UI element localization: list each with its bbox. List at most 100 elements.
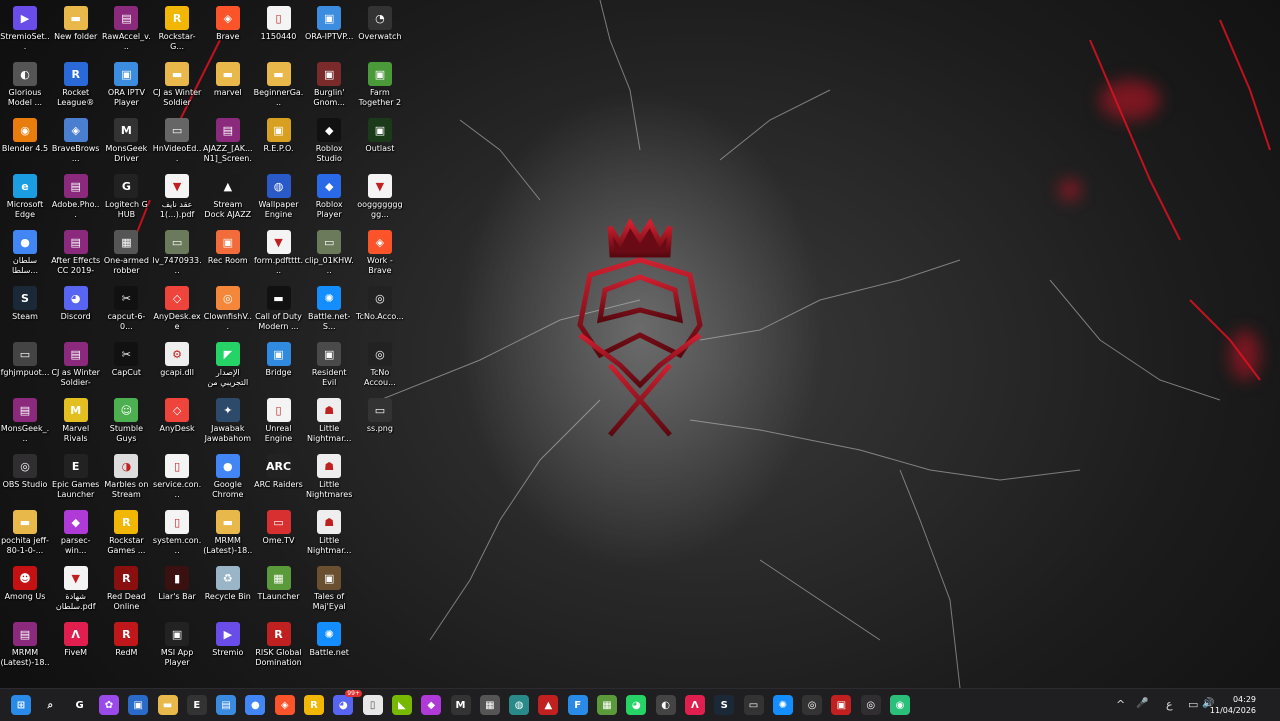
image-viewer-icon[interactable]: ▦: [479, 695, 500, 715]
microphone-icon[interactable]: 🎤: [1136, 698, 1148, 709]
desktop-shortcut[interactable]: ◆ Roblox Studio: [304, 114, 354, 170]
desktop-shortcut[interactable]: ✂ capcut-6-0...: [101, 282, 151, 338]
whatsapp-icon[interactable]: ◕: [626, 695, 647, 715]
desktop-shortcut[interactable]: ▯ 1150440: [254, 2, 304, 58]
copilot-icon[interactable]: G: [69, 695, 90, 715]
desktop-shortcut[interactable]: ▮ Liar's Bar: [152, 562, 202, 618]
tcno-icon[interactable]: ◎: [802, 695, 823, 715]
desktop-shortcut[interactable]: ▤ AJAZZ_[AK... N1]_Screen...: [203, 114, 253, 170]
desktop-shortcut[interactable]: ● Google Chrome: [203, 450, 253, 506]
desktop-shortcut[interactable]: ● سلطان سلطا...: [0, 226, 50, 282]
desktop-shortcut[interactable]: ▣ Resident Evil Requiem: [304, 338, 354, 394]
desktop-shortcut[interactable]: ◐ Glorious Model ...: [0, 58, 50, 114]
desktop-shortcut[interactable]: ⚙ gcapi.dll: [152, 338, 202, 394]
start-icon[interactable]: ⊞: [11, 695, 31, 715]
desktop-shortcut[interactable]: R RISK Global Domination: [254, 618, 304, 674]
desktop-shortcut[interactable]: ☺ Stumble Guys: [101, 394, 151, 450]
desktop-shortcut[interactable]: R RedM: [101, 618, 151, 674]
desktop-shortcut[interactable]: ▤ MRMM (Latest)-18...: [0, 618, 50, 674]
ai-app-icon[interactable]: ✿: [98, 695, 119, 715]
mouse-icon[interactable]: ◐: [655, 695, 676, 715]
desktop-shortcut[interactable]: ◎ OBS Studio: [0, 450, 50, 506]
desktop-shortcut[interactable]: ◎ TcNo.Acco...: [355, 282, 405, 338]
desktop-shortcut[interactable]: S Steam: [0, 282, 50, 338]
desktop-shortcut[interactable]: ▭ HnVideoEd...: [152, 114, 202, 170]
desktop-shortcut[interactable]: ▤ RawAccel_v...: [101, 2, 151, 58]
desktop-shortcut[interactable]: ☗ Little Nightmar...: [304, 394, 354, 450]
desktop-shortcut[interactable]: ◤ الإصدار التجريبي من ...: [203, 338, 253, 394]
desktop-shortcut[interactable]: ▬ pochita jeff-80-1-0-...: [0, 506, 50, 562]
rockstar-icon[interactable]: R: [304, 695, 324, 715]
capture-icon[interactable]: ▭: [743, 695, 764, 715]
desktop-shortcut[interactable]: R Rockstar Games ...: [101, 506, 151, 562]
desktop-shortcut[interactable]: ▭ lv_7470933...: [152, 226, 202, 282]
desktop-shortcut[interactable]: ▼ شهادة سلطان.pdf: [51, 562, 101, 618]
desktop-shortcut[interactable]: ✂ CapCut: [101, 338, 151, 394]
desktop-shortcut[interactable]: ▣ ORA-IPTVP...: [304, 2, 354, 58]
desktop-shortcut[interactable]: ◈ Work - Brave: [355, 226, 405, 282]
desktop-shortcut[interactable]: ▦ TLauncher: [254, 562, 304, 618]
chrome-icon[interactable]: ●: [245, 695, 266, 715]
f-app-icon[interactable]: F: [567, 695, 588, 715]
desktop-shortcut[interactable]: ▦ One-armed robber: [101, 226, 151, 282]
desktop-shortcut[interactable]: ▬ Call of Duty Modern ...: [254, 282, 304, 338]
desktop-shortcut[interactable]: ◈ BraveBrows...: [51, 114, 101, 170]
desktop-shortcut[interactable]: ✦ Jawabak Jawabahom: [203, 394, 253, 450]
desktop-shortcut[interactable]: ▬ BeginnerGa...: [254, 58, 304, 114]
desktop-shortcut[interactable]: ✺ Battle.net-S...: [304, 282, 354, 338]
desktop-shortcut[interactable]: ◕ Discord: [51, 282, 101, 338]
search-icon[interactable]: ⌕: [40, 695, 61, 715]
desktop-shortcut[interactable]: e Microsoft Edge: [0, 170, 50, 226]
desktop-shortcut[interactable]: G Logitech G HUB: [101, 170, 151, 226]
desktop-shortcut[interactable]: ♻ Recycle Bin: [203, 562, 253, 618]
desktop-shortcut[interactable]: ▣ Rec Room: [203, 226, 253, 282]
desktop-shortcut[interactable]: ▲ Stream Dock AJAZZ: [203, 170, 253, 226]
nvidia-icon[interactable]: ◣: [391, 695, 412, 715]
fivem-icon[interactable]: Λ: [684, 695, 705, 715]
clock-time[interactable]: 04:29: [1196, 695, 1256, 704]
desktop-shortcut[interactable]: ▭ Ome.TV: [254, 506, 304, 562]
msi-player-icon[interactable]: ▣: [831, 695, 852, 715]
desktop-shortcut[interactable]: ◑ Marbles on Stream: [101, 450, 151, 506]
desktop-shortcut[interactable]: ▣ MSI App Player: [152, 618, 202, 674]
parsec-icon[interactable]: ◆: [421, 695, 442, 715]
desktop-shortcut[interactable]: ☗ Little Nightmares: [304, 450, 354, 506]
desktop-shortcut[interactable]: R Red Dead Online: [101, 562, 151, 618]
desktop-shortcut[interactable]: ◎ TcNo Accou...: [355, 338, 405, 394]
desktop-shortcut[interactable]: ▭ clip_01KHW...: [304, 226, 354, 282]
desktop-shortcut[interactable]: ▬ CJ as Winter Soldier: [152, 58, 202, 114]
desktop-shortcut[interactable]: ✺ Battle.net: [304, 618, 354, 674]
file-icon[interactable]: ▯: [362, 695, 383, 715]
file-explorer-icon[interactable]: ▬: [157, 695, 178, 715]
desktop-shortcut[interactable]: ▬ marvel: [203, 58, 253, 114]
desktop-shortcut[interactable]: ◍ Wallpaper Engine: [254, 170, 304, 226]
monsgeek-icon[interactable]: M: [450, 695, 471, 715]
desktop-shortcut[interactable]: ◔ Overwatch: [355, 2, 405, 58]
desktop-shortcut[interactable]: E Epic Games Launcher: [51, 450, 101, 506]
desktop-shortcut[interactable]: ▼ ooggggggggg...: [355, 170, 405, 226]
tray-overflow-chevron[interactable]: ^: [1116, 698, 1125, 711]
desktop-shortcut[interactable]: ▭ fghjmpuot...: [0, 338, 50, 394]
desktop-shortcut[interactable]: ▣ R.E.P.O.: [254, 114, 304, 170]
steam-icon[interactable]: S: [714, 695, 735, 715]
desktop-shortcut[interactable]: ▣ Outlast: [355, 114, 405, 170]
desktop-shortcut[interactable]: ▣ Bridge: [254, 338, 304, 394]
minecraft-icon[interactable]: ▦: [597, 695, 617, 715]
desktop-shortcut[interactable]: ▤ CJ as Winter Soldier-63-...: [51, 338, 101, 394]
input-language-indicator[interactable]: ع: [1166, 698, 1173, 711]
desktop-shortcut[interactable]: ▼ عقد نايف 1(...).pdf: [152, 170, 202, 226]
spotify-like-icon[interactable]: ◉: [890, 695, 910, 715]
desktop-shortcut[interactable]: ☻ Among Us: [0, 562, 50, 618]
desktop-shortcut[interactable]: ▣ Farm Together 2: [355, 58, 405, 114]
desktop-shortcut[interactable]: ◎ ClownfishV...: [203, 282, 253, 338]
desktop-shortcut[interactable]: ◈ Brave: [203, 2, 253, 58]
desktop-shortcut[interactable]: ▣ Tales of Maj'Eyal: [304, 562, 354, 618]
desktop-shortcut[interactable]: ▭ ss.png: [355, 394, 405, 450]
desktop-shortcut[interactable]: ◆ parsec-win...: [51, 506, 101, 562]
desktop-shortcut[interactable]: ▣ ORA IPTV Player: [101, 58, 151, 114]
desktop-shortcut[interactable]: Λ FiveM: [51, 618, 101, 674]
notepad-icon[interactable]: ▤: [216, 695, 237, 715]
desktop-shortcut[interactable]: ◉ Blender 4.5: [0, 114, 50, 170]
desktop-shortcut[interactable]: ▯ Unreal Engine: [254, 394, 304, 450]
desktop-shortcut[interactable]: ▯ service.con...: [152, 450, 202, 506]
